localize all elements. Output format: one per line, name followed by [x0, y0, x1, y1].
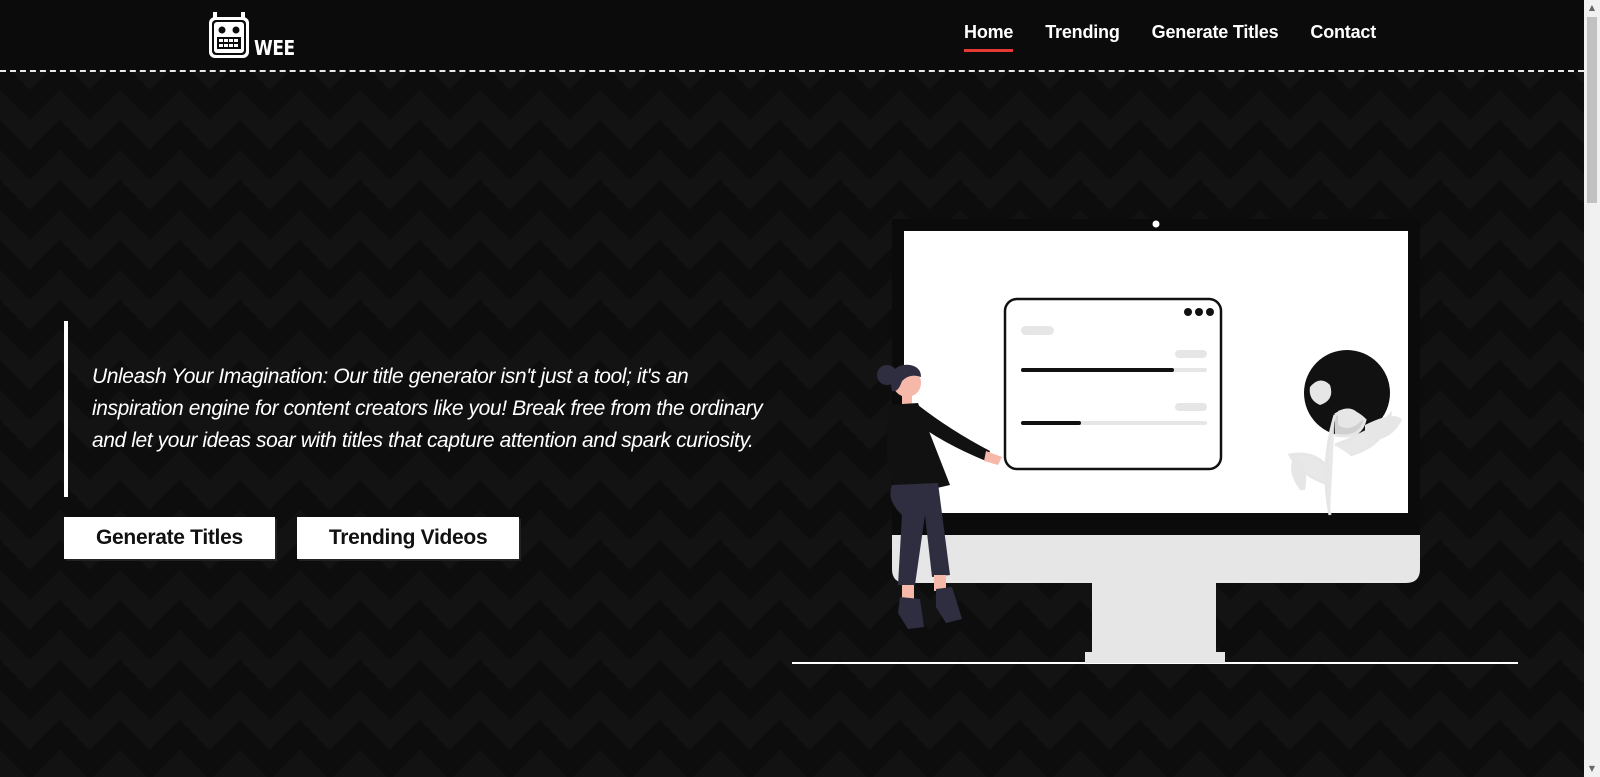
scroll-up-icon[interactable]: ▲ [1584, 0, 1600, 16]
nav-contact[interactable]: Contact [1310, 22, 1376, 52]
dashboard-card [1003, 297, 1223, 471]
person-at-monitor-illustration [792, 219, 1518, 664]
camera-dot [1152, 220, 1160, 228]
generate-titles-button[interactable]: Generate Titles [64, 517, 275, 559]
progress-bar-2 [1021, 421, 1081, 425]
vertical-scrollbar[interactable]: ▲ ▼ [1584, 0, 1600, 777]
robot-icon [209, 12, 249, 58]
nav-generate-titles[interactable]: Generate Titles [1152, 22, 1279, 52]
main-nav: Home Trending Generate Titles Contact [964, 22, 1376, 52]
scroll-down-icon[interactable]: ▼ [1584, 761, 1600, 777]
hero-quote: Unleash Your Imagination: Our title gene… [64, 321, 784, 497]
hero-quote-text: Unleash Your Imagination: Our title gene… [92, 365, 763, 452]
scroll-thumb[interactable] [1587, 17, 1597, 203]
top-navbar: WEE Home Trending Generate Titles Contac… [0, 0, 1584, 72]
nav-trending[interactable]: Trending [1045, 22, 1120, 52]
monitor-stand [1092, 583, 1216, 653]
progress-bar-1 [1021, 368, 1174, 372]
logo[interactable]: WEE [208, 12, 302, 60]
trending-videos-button[interactable]: Trending Videos [296, 517, 520, 559]
monitor-stand-base [1085, 652, 1225, 663]
monitor-chin [892, 532, 1420, 583]
logo-text: WEE [254, 36, 295, 60]
hero-buttons: Generate Titles Trending Videos [64, 517, 520, 559]
page: WEE Home Trending Generate Titles Contac… [0, 0, 1600, 777]
nav-home[interactable]: Home [964, 22, 1013, 52]
